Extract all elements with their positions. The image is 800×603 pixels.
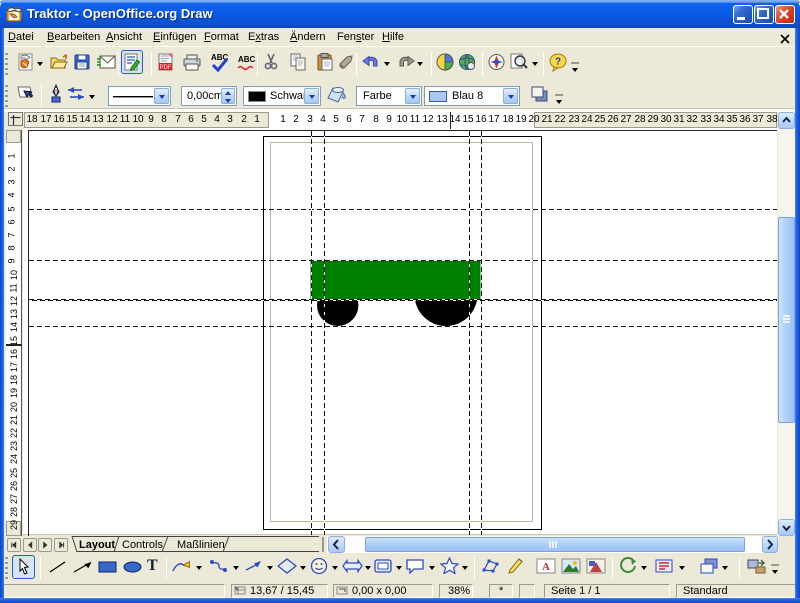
svg-text:Maßlinien: Maßlinien [177, 539, 225, 551]
svg-text:A: A [542, 561, 550, 573]
svg-text:?: ? [555, 57, 561, 68]
svg-text:PDF: PDF [160, 65, 172, 71]
svg-text:ABC: ABC [238, 55, 256, 64]
svg-text:Controls: Controls [122, 539, 163, 551]
svg-text:Layout: Layout [79, 539, 115, 551]
